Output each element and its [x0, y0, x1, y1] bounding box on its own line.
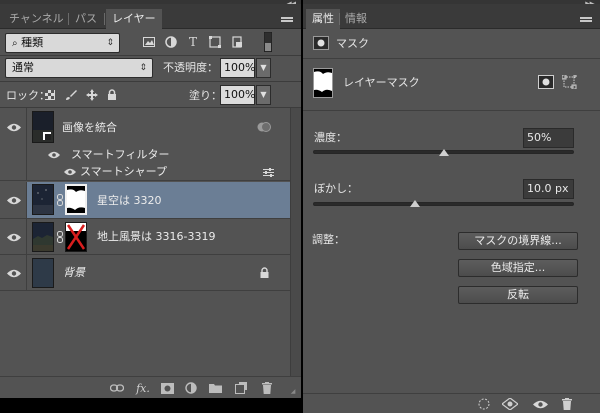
- layer-row-smart-filters[interactable]: スマートフィルター: [0, 147, 290, 162]
- adjust-label: 調整：: [312, 233, 345, 246]
- feather-label: ぼかし：: [314, 182, 358, 195]
- new-layer-icon[interactable]: [234, 381, 248, 395]
- layer-row-background[interactable]: 背景: [0, 255, 290, 291]
- visibility-eye-icon[interactable]: [6, 195, 22, 205]
- link-icon[interactable]: [110, 381, 124, 395]
- visibility-eye-icon[interactable]: [6, 122, 22, 132]
- filter-toggle-switch[interactable]: [264, 32, 272, 52]
- layer-name: 画像を統合: [62, 121, 117, 134]
- lock-all-icon[interactable]: [106, 88, 118, 102]
- delete-mask-icon[interactable]: [560, 397, 574, 411]
- disabled-layer-mask-thumbnail[interactable]: [65, 222, 87, 252]
- new-adjustment-icon[interactable]: [184, 381, 198, 395]
- smart-filter-name: スマートシャープ: [80, 165, 168, 178]
- filter-blending-options-icon[interactable]: [262, 166, 274, 178]
- mask-edge-button[interactable]: マスクの境界線...: [458, 232, 578, 250]
- layers-footer-toolbar: fx. ◢: [0, 376, 301, 398]
- layer-row-smart-sharpen[interactable]: スマートシャープ: [0, 162, 290, 181]
- layer-thumbnail: [32, 111, 54, 143]
- feather-input[interactable]: 10.0 px: [523, 179, 574, 199]
- resize-grip-icon[interactable]: ◢: [289, 387, 297, 395]
- layer-filter-dropdown[interactable]: ⌕ 種類 ⇕: [5, 33, 120, 53]
- image-filter-icon[interactable]: [141, 35, 157, 49]
- smart-filter-badge-icon: [256, 120, 272, 134]
- color-range-button[interactable]: 色域指定...: [458, 259, 578, 277]
- blend-mode-value: 通常: [12, 61, 34, 74]
- layer-thumbnail: [32, 184, 54, 215]
- visibility-eye-icon[interactable]: [6, 268, 22, 278]
- visibility-eye-icon[interactable]: [46, 150, 62, 160]
- tab-info[interactable]: 情報: [339, 9, 373, 29]
- properties-tab-bar: 属性 情報: [303, 4, 600, 29]
- layers-panel: ◀◀ チャンネル パス レイヤー ⌕ 種類 ⇕ T: [0, 0, 301, 398]
- trash-icon[interactable]: [260, 381, 274, 395]
- layer-mask-thumbnail[interactable]: [65, 184, 87, 215]
- visibility-eye-icon[interactable]: [6, 232, 22, 242]
- tab-properties[interactable]: 属性: [306, 9, 340, 29]
- smart-object-filter-icon[interactable]: [229, 35, 245, 49]
- invert-button[interactable]: 反転: [458, 286, 578, 304]
- chevron-updown-icon: ⇕: [139, 63, 147, 73]
- fill-dropdown-arrow[interactable]: ▼: [256, 85, 271, 105]
- fx-icon[interactable]: fx.: [134, 381, 152, 395]
- add-vector-mask-icon[interactable]: [560, 74, 578, 90]
- mask-type-label: レイヤーマスク: [343, 76, 420, 89]
- opacity-label: 不透明度：: [163, 61, 218, 74]
- layer-name: 星空は 3320: [97, 194, 162, 207]
- shape-filter-icon[interactable]: [207, 35, 223, 49]
- properties-panel: ▶▶ 属性 情報 マスク レイヤーマスク 濃度： 50% ぼかし： 10.0 p…: [303, 0, 600, 413]
- mask-link-chain-icon[interactable]: [56, 230, 64, 244]
- filter-kind-value: 種類: [21, 36, 44, 49]
- layer-list: 画像を統合 スマートフィルター スマートシャープ 星空は 3320 地上風景は …: [0, 108, 301, 376]
- fill-input[interactable]: 100%: [220, 85, 255, 105]
- new-group-icon[interactable]: [208, 381, 222, 395]
- opacity-input[interactable]: 100%: [220, 58, 255, 78]
- search-icon: ⌕: [12, 38, 18, 49]
- layer-row-starry-sky[interactable]: 星空は 3320: [0, 182, 290, 219]
- add-mask-icon[interactable]: [160, 381, 174, 395]
- layer-row-ground-landscape[interactable]: 地上風景は 3316-3319: [0, 219, 290, 255]
- layer-name: 地上風景は 3316-3319: [97, 230, 216, 243]
- panel-menu-icon[interactable]: [281, 13, 293, 23]
- type-filter-icon[interactable]: T: [185, 35, 201, 49]
- mask-link-chain-icon[interactable]: [56, 193, 64, 207]
- density-input[interactable]: 50%: [523, 128, 574, 148]
- feather-slider-thumb[interactable]: [409, 200, 420, 207]
- feather-slider-track[interactable]: [313, 202, 574, 206]
- tab-layers[interactable]: レイヤー: [106, 9, 162, 29]
- properties-footer-toolbar: [303, 393, 600, 413]
- density-slider-thumb[interactable]: [438, 149, 449, 156]
- opacity-dropdown-arrow[interactable]: ▼: [256, 58, 271, 78]
- adjustment-filter-icon[interactable]: [163, 35, 179, 49]
- blend-mode-dropdown[interactable]: 通常 ⇕: [5, 58, 153, 78]
- lock-icon[interactable]: [259, 266, 269, 278]
- visibility-eye-icon[interactable]: [62, 167, 78, 177]
- layer-thumbnail: [32, 222, 54, 252]
- layer-thumbnail: [32, 258, 54, 288]
- tab-paths[interactable]: パス: [69, 9, 103, 29]
- density-label: 濃度：: [314, 131, 347, 144]
- toggle-mask-icon[interactable]: [532, 397, 548, 411]
- lock-transparent-pixels-icon[interactable]: [44, 88, 56, 102]
- layer-list-scrollbar[interactable]: [290, 108, 301, 376]
- tab-channels[interactable]: チャンネル: [3, 9, 70, 29]
- lock-position-move-icon[interactable]: [85, 88, 99, 102]
- lock-image-pixels-brush-icon[interactable]: [64, 88, 78, 102]
- load-selection-icon[interactable]: [477, 397, 491, 411]
- apply-mask-icon[interactable]: [502, 397, 518, 411]
- fill-label: 塗り：: [189, 89, 222, 102]
- mask-properties-icon: [312, 35, 330, 51]
- properties-header-title: マスク: [336, 37, 369, 50]
- layer-name: 背景: [63, 266, 85, 279]
- layer-row-merged-image[interactable]: 画像を統合: [0, 108, 290, 147]
- panel-menu-icon[interactable]: [580, 13, 592, 23]
- smart-filter-group-name: スマートフィルター: [71, 148, 170, 161]
- chevron-updown-icon: ⇕: [106, 38, 114, 48]
- layers-tab-bar: チャンネル パス レイヤー: [0, 4, 301, 29]
- mask-preview-thumbnail: [313, 68, 333, 98]
- select-pixel-mask-icon[interactable]: [537, 74, 555, 90]
